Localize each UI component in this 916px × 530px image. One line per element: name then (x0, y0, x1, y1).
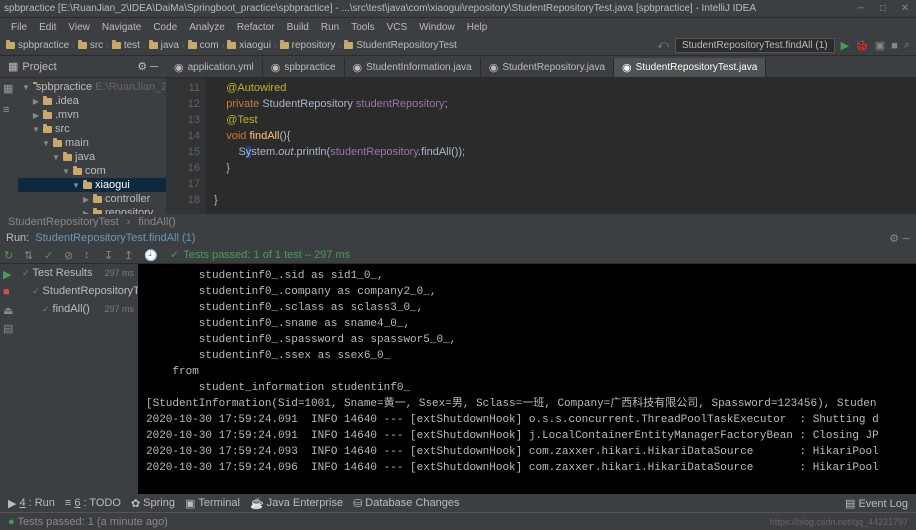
run-panel: Run: StudentRepositoryTest.findAll (1) ⚙… (0, 230, 916, 494)
project-tree[interactable]: ▼spbpractice E:\RuanJian_2\IDEA\DaiMa\Sp… (18, 78, 166, 214)
menu-navigate[interactable]: Navigate (97, 22, 146, 33)
watermark: https://blog.csdn.net/qq_44231797 (770, 517, 908, 527)
coverage-icon[interactable]: ▣ (875, 39, 885, 52)
collapse-icon[interactable]: ↥ (124, 249, 136, 261)
rerun-icon[interactable]: ↻ (4, 249, 16, 261)
bc-class[interactable]: StudentRepositoryTest (8, 216, 119, 228)
console-output[interactable]: studentinf0_.sid as sid1_0_, studentinf0… (138, 264, 916, 494)
filter-ignore-icon[interactable]: ⊘ (64, 249, 76, 261)
bc-method[interactable]: findAll() (138, 216, 175, 228)
test-tree[interactable]: ✓Test Results297 ms✓StudentRepositoryTes… (18, 264, 138, 494)
structure-icon[interactable]: ≡ (3, 104, 15, 116)
run-exit-icon[interactable]: ⏏ (3, 304, 15, 316)
maximize-icon[interactable]: □ (876, 3, 890, 15)
tree-spbpractice[interactable]: ▼spbpractice E:\RuanJian_2\IDEA\DaiMa\Sp… (18, 80, 166, 94)
toggle-icon[interactable]: ⇅ (24, 249, 36, 261)
menu-analyze[interactable]: Analyze (184, 22, 230, 33)
run-layout-icon[interactable]: ▤ (3, 322, 15, 334)
crumb-4[interactable]: com (188, 40, 219, 51)
nav-breadcrumb: spbpractice›src›test›java›com›xiaogui›re… (0, 36, 916, 56)
menu-window[interactable]: Window (414, 22, 460, 33)
test-node[interactable]: ✓StudentRepositoryTest297 ms (20, 280, 136, 302)
run-config-name[interactable]: StudentRepositoryTest.findAll (1) (35, 232, 195, 244)
expand-icon[interactable]: ↧ (104, 249, 116, 261)
code-area[interactable]: @Autowired private StudentRepository stu… (206, 78, 916, 214)
window-title: spbpractice [E:\RuanJian_2\IDEA\DaiMa\Sp… (4, 3, 854, 14)
search-icon[interactable]: ⌕ (904, 39, 910, 52)
menu-build[interactable]: Build (282, 22, 314, 33)
run-again-icon[interactable]: ▶ (3, 268, 15, 280)
menu-run[interactable]: Run (316, 22, 344, 33)
tool-terminal[interactable]: ▣Terminal (185, 497, 240, 510)
editor-tabs: ▦Project⚙ ─ ◉application.yml◉spbpractice… (0, 56, 916, 78)
titlebar: spbpractice [E:\RuanJian_2\IDEA\DaiMa\Sp… (0, 0, 916, 18)
crumb-1[interactable]: src (78, 40, 103, 51)
event-log[interactable]: ▤ Event Log (845, 497, 908, 510)
editor-breadcrumb: StudentRepositoryTest › findAll() (0, 214, 916, 230)
status-text: Tests passed: 1 (a minute ago) (17, 516, 167, 528)
left-tool-strip: ▦ ≡ (0, 78, 18, 214)
tree-src[interactable]: ▼src (18, 122, 166, 136)
stop-icon[interactable]: ■ (891, 40, 898, 52)
tab-application.yml[interactable]: ◉application.yml (166, 58, 263, 77)
test-node[interactable]: ✓Test Results297 ms (20, 266, 136, 280)
crumb-3[interactable]: java (149, 40, 179, 51)
tab-spbpractice[interactable]: ◉spbpractice (263, 58, 345, 77)
menu-tools[interactable]: Tools (346, 22, 379, 33)
tool-todo[interactable]: ≡6: TODO (65, 497, 121, 509)
tree-main[interactable]: ▼main (18, 136, 166, 150)
test-node[interactable]: ✓findAll()297 ms (20, 302, 136, 316)
debug-icon[interactable]: 🐞 (855, 39, 869, 52)
run-toolbar: ↻ ⇅ ✓ ⊘ ↕ ↧ ↥ 🕘 ✓Tests passed: 1 of 1 te… (0, 246, 916, 264)
menu-view[interactable]: View (63, 22, 95, 33)
minimize-icon[interactable]: ─ (854, 3, 868, 15)
menubar: FileEditViewNavigateCodeAnalyzeRefactorB… (0, 18, 916, 36)
tree-repository[interactable]: ▶repository (18, 206, 166, 214)
crumb-2[interactable]: test (112, 40, 140, 51)
menu-edit[interactable]: Edit (34, 22, 61, 33)
run-left-strip: ▶ ■ ⏏ ▤ (0, 264, 18, 494)
close-icon[interactable]: ✕ (898, 3, 912, 15)
run-icon[interactable]: ▶ (841, 39, 849, 52)
status-bar: ● Tests passed: 1 (a minute ago) https:/… (0, 512, 916, 530)
bottom-toolbar: ▶4: Run ≡6: TODO ✿Spring ▣Terminal ☕Java Ent… (0, 494, 916, 512)
sort-icon[interactable]: ↕ (84, 249, 96, 261)
filter-pass-icon[interactable]: ✓ (44, 249, 56, 261)
menu-help[interactable]: Help (462, 22, 493, 33)
tool-run[interactable]: ▶4: Run (8, 497, 55, 510)
project-tool-label[interactable]: ▦Project⚙ ─ (0, 56, 166, 77)
tool-database-changes[interactable]: ⛁Database Changes (353, 497, 459, 510)
tests-status: ✓Tests passed: 1 of 1 test – 297 ms (170, 248, 350, 261)
tree-xiaogui[interactable]: ▼xiaogui (18, 178, 166, 192)
menu-refactor[interactable]: Refactor (232, 22, 280, 33)
menu-file[interactable]: File (6, 22, 32, 33)
menu-code[interactable]: Code (148, 22, 182, 33)
project-view-icon[interactable]: ▦ (3, 82, 15, 94)
tab-StudentRepositoryTest.java[interactable]: ◉StudentRepositoryTest.java (614, 58, 766, 77)
run-label: Run: (6, 232, 29, 244)
tree-java[interactable]: ▼java (18, 150, 166, 164)
run-config-dropdown[interactable]: StudentRepositoryTest.findAll (1) (675, 38, 835, 53)
back-icon[interactable]: ⤺ (657, 39, 669, 52)
history-icon[interactable]: 🕘 (144, 249, 156, 261)
tree-controller[interactable]: ▶controller (18, 192, 166, 206)
crumb-6[interactable]: repository (280, 40, 336, 51)
tree-com[interactable]: ▼com (18, 164, 166, 178)
crumb-7[interactable]: StudentRepositoryTest (344, 40, 457, 51)
tab-StudentRepository.java[interactable]: ◉StudentRepository.java (481, 58, 614, 77)
tool-java-enterprise[interactable]: ☕Java Enterprise (250, 497, 343, 510)
tree-.mvn[interactable]: ▶.mvn (18, 108, 166, 122)
crumb-0[interactable]: spbpractice (6, 40, 69, 51)
code-editor[interactable]: 1112131415161718 @Autowired private Stud… (166, 78, 916, 214)
tree-.idea[interactable]: ▶.idea (18, 94, 166, 108)
crumb-5[interactable]: xiaogui (227, 40, 271, 51)
run-stop-icon[interactable]: ■ (3, 286, 15, 298)
tab-StudentInformation.java[interactable]: ◉StudentInformation.java (345, 58, 481, 77)
run-settings-icon[interactable]: ⚙ ─ (889, 232, 910, 245)
tool-spring[interactable]: ✿Spring (131, 497, 175, 510)
menu-vcs[interactable]: VCS (382, 22, 413, 33)
line-gutter: 1112131415161718 (166, 78, 206, 214)
